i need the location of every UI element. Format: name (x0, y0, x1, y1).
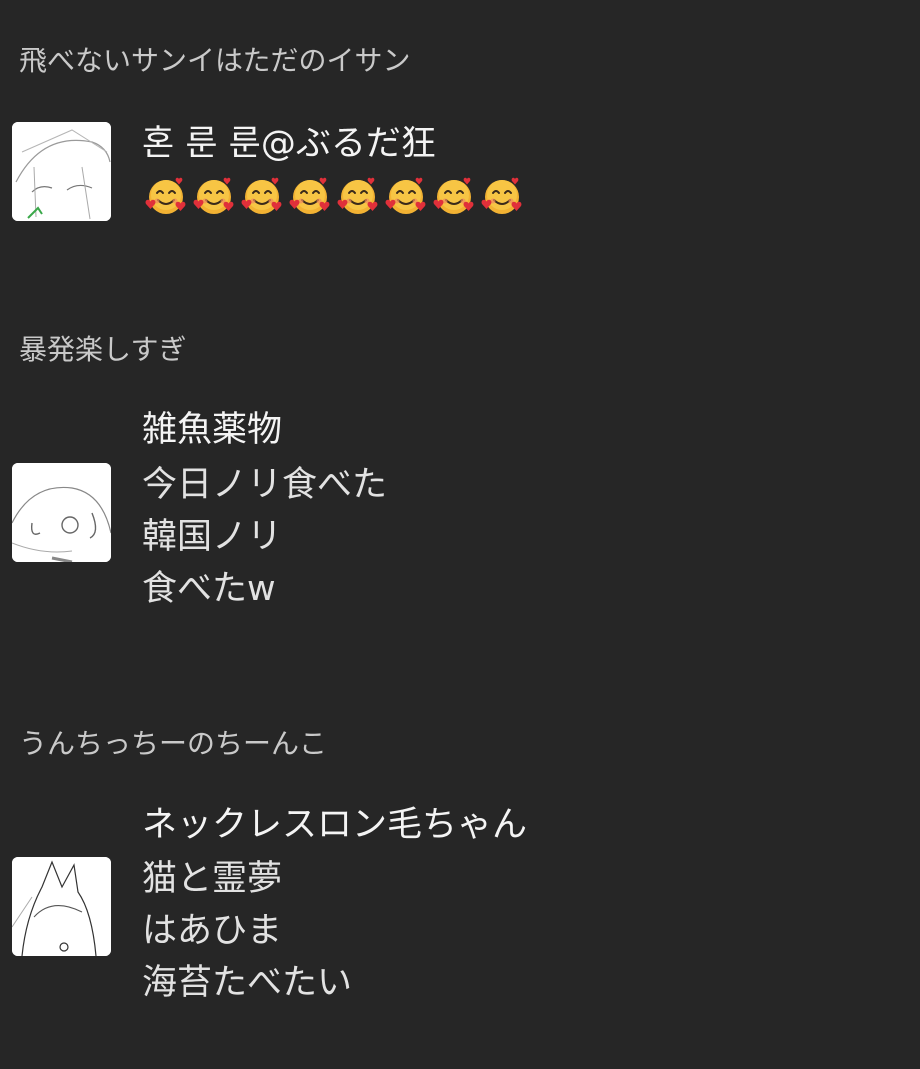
sender-avatar-2[interactable] (12, 463, 111, 562)
message-line: 猫と霊夢 (142, 859, 283, 899)
sender-avatar-3[interactable] (12, 857, 111, 956)
sender-name-2: 雑魚薬物 (142, 410, 283, 450)
sender-avatar-1[interactable] (12, 122, 111, 221)
group-header-2: 暴発楽しすぎ (19, 333, 187, 366)
message-line: 海苔たべたい (142, 963, 353, 1003)
emoji-message (142, 175, 525, 219)
smiling-face-with-hearts-icon (142, 175, 189, 219)
smiling-face-with-hearts-icon (334, 175, 381, 219)
sender-name-3: ネックレスロン毛ちゃん (142, 805, 528, 845)
group-header-1: 飛べないサンイはただのイサン (19, 44, 411, 77)
smiling-face-with-hearts-icon (286, 175, 333, 219)
message-line: 食べたw (142, 569, 276, 609)
group-header-3: うんちっちーのちーんこ (19, 727, 328, 760)
smiling-face-with-hearts-icon (190, 175, 237, 219)
message-lines-3: 猫と霊夢 はあひま 海苔たべたい (142, 853, 352, 1009)
message-line: はあひま (142, 911, 283, 951)
sketch-avatar-icon (12, 857, 111, 956)
smiling-face-with-hearts-icon (430, 175, 477, 219)
message-line: 韓国ノリ (142, 517, 283, 557)
sender-name-1: 혼 룬 룬@ぶるだ狂 (142, 124, 436, 164)
sketch-avatar-icon (12, 463, 111, 562)
sketch-avatar-icon (12, 122, 111, 221)
smiling-face-with-hearts-icon (382, 175, 429, 219)
message-lines-2: 今日ノリ食べた 韓国ノリ 食べたw (142, 459, 387, 615)
message-line: 今日ノリ食べた (142, 465, 388, 505)
smiling-face-with-hearts-icon (238, 175, 285, 219)
smiling-face-with-hearts-icon (478, 175, 525, 219)
